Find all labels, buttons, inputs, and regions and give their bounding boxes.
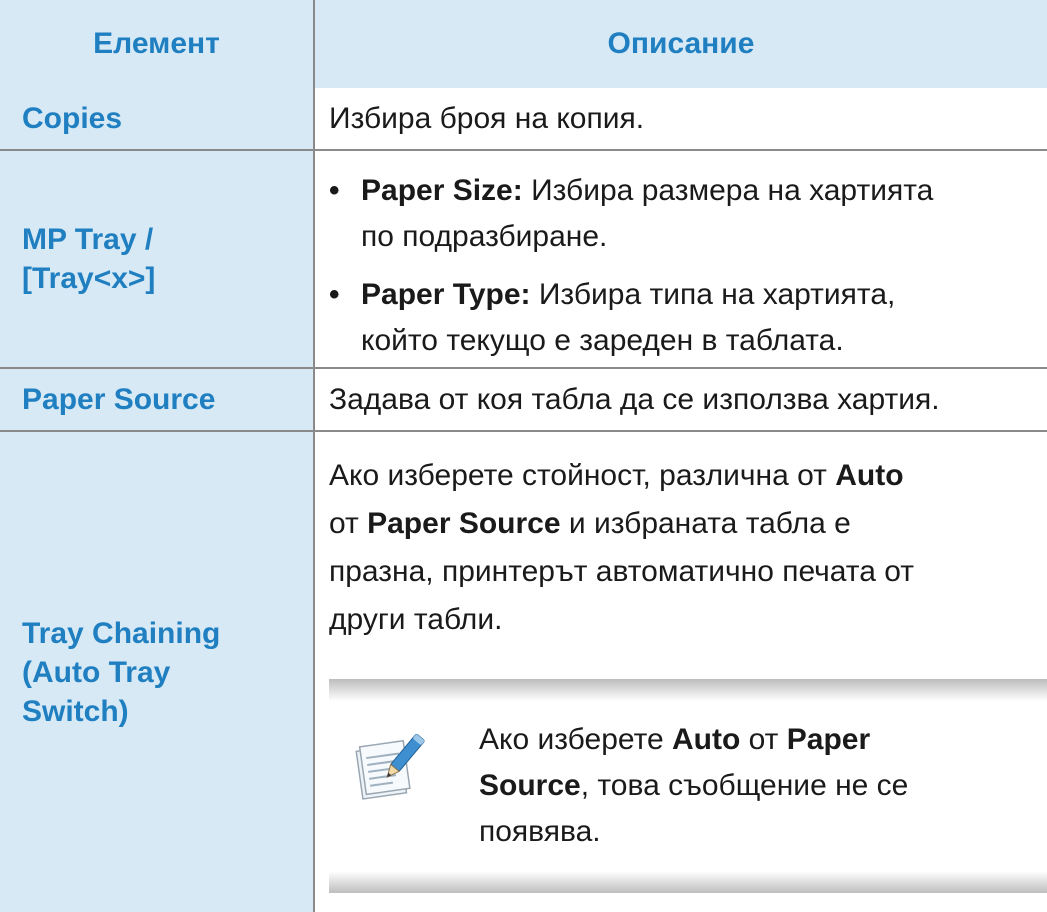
note-pencil-icon: [355, 734, 425, 800]
header-element: Елемент: [93, 27, 220, 60]
note-text-part: от: [740, 723, 787, 756]
desc-text: Ако изберете стойност, различна от: [329, 459, 836, 492]
desc-text: празна, принтерът автоматично печата от: [329, 555, 914, 588]
row-desc-paper-source: Задава от коя табла да се използва харти…: [329, 383, 940, 416]
bullet-item-paper-type: • Paper Type: Избира типа на хартията, к…: [329, 272, 1047, 364]
mptray-bullet-list: • Paper Size: Избира размера на хартията…: [329, 168, 1047, 364]
row-desc-tray-chaining: Ако изберете стойност, различна от Auto …: [329, 452, 1047, 644]
bullet-term-paper-type: Paper Type:: [361, 278, 531, 311]
note-text-part: , това съобщение не се: [580, 769, 909, 802]
note-bold-auto: Auto: [672, 723, 741, 756]
row-label-copies: Copies: [22, 102, 123, 135]
bullet-item-paper-size: • Paper Size: Избира размера на хартията…: [329, 168, 1047, 260]
note-bold-source: Source: [479, 769, 581, 802]
note-text-part: появява.: [479, 815, 601, 848]
bullet-text: Избира размера на хартията: [522, 174, 934, 207]
row-label-cell: Tray Chaining (Auto Tray Switch): [0, 432, 313, 912]
column-divider: [313, 0, 315, 912]
note-top-bar: [329, 679, 1047, 701]
bullet-text: който текущо е зареден в таблата.: [361, 324, 844, 357]
note-box: Ако изберете Auto от Paper Source, това …: [329, 679, 1047, 893]
header-description: Описание: [607, 27, 755, 60]
row-divider: [0, 149, 1047, 151]
row-label-tray-chaining: Tray Chaining (Auto Tray Switch): [0, 614, 220, 731]
row-label-cell: Copies: [0, 88, 313, 149]
row-label-mptray: MP Tray / [Tray<x>]: [0, 220, 155, 298]
table-row: Paper Source Задава от коя табла да се и…: [0, 369, 1047, 430]
desc-text: други табли.: [329, 603, 503, 636]
table-row: MP Tray / [Tray<x>] • Paper Size: Избира…: [0, 151, 1047, 367]
row-label-mptray-line1: MP Tray /: [22, 223, 154, 256]
row-label-line: (Auto Tray: [22, 655, 171, 689]
row-desc-cell: Задава от коя табла да се използва харти…: [315, 369, 1047, 430]
bullet-text: по подразбиране.: [361, 220, 608, 253]
row-desc-copies: Избира броя на копия.: [329, 102, 645, 135]
row-label-cell: MP Tray / [Tray<x>]: [0, 151, 313, 367]
row-label-line: Tray Chaining: [22, 616, 221, 650]
bullet-dot: •: [329, 278, 340, 311]
note-text-part: Ако изберете: [479, 723, 672, 756]
row-label-mptray-line2: [Tray<x>]: [22, 262, 156, 295]
note-text: Ако изберете Auto от Paper Source, това …: [479, 717, 1043, 855]
desc-text: от: [329, 507, 368, 540]
row-desc-cell: • Paper Size: Избира размера на хартията…: [315, 151, 1047, 367]
bullet-dot: •: [329, 174, 340, 207]
row-divider: [0, 430, 1047, 432]
row-label-line: Switch): [22, 694, 129, 728]
bullet-text: Избира типа на хартията,: [530, 278, 896, 311]
bullet-term-paper-size: Paper Size:: [361, 174, 523, 207]
desc-text: и избраната табла е: [560, 507, 851, 540]
desc-bold-paper-source: Paper Source: [367, 507, 561, 540]
row-desc-cell: Избира броя на копия.: [315, 88, 1047, 149]
row-label-paper-source: Paper Source: [22, 383, 216, 416]
table-row: Copies Избира броя на копия.: [0, 88, 1047, 149]
row-label-cell: Paper Source: [0, 369, 313, 430]
note-bottom-bar: [329, 871, 1047, 893]
desc-bold-auto: Auto: [835, 459, 904, 492]
note-bold-paper: Paper: [786, 723, 871, 756]
row-divider: [0, 367, 1047, 369]
table-header: Елемент Описание: [0, 0, 1047, 88]
settings-table: Елемент Описание Copies Избира броя на к…: [0, 0, 1047, 912]
